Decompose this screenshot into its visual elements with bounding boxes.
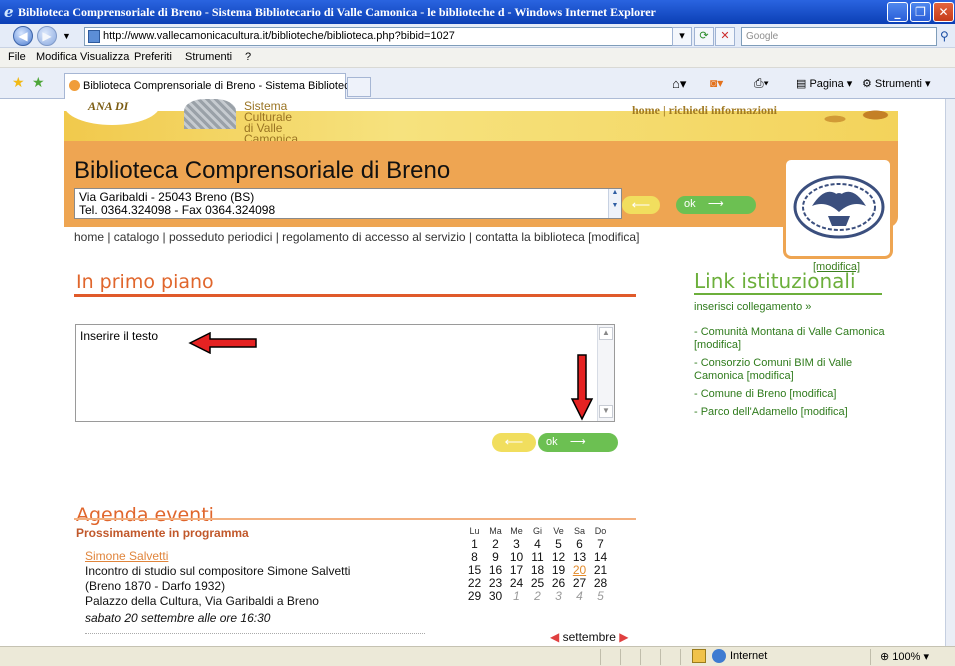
link-item[interactable]: - Comune di Breno [modifica] (694, 388, 894, 401)
prev-button-2[interactable]: ⟵ (492, 433, 536, 452)
forward-button[interactable]: ▶ (37, 26, 57, 46)
emblem-text: ANA DI (88, 99, 129, 113)
calendar-day-next-month: 1 (513, 589, 520, 603)
agenda-subheading: Prossimamente in programma (76, 526, 249, 540)
agenda-heading: Agenda eventi (76, 504, 214, 526)
back-button[interactable]: ◀ (13, 26, 33, 46)
scroll-down-icon[interactable]: ▼ (599, 405, 613, 418)
strumenti-menu[interactable]: ⚙ Strumenti ▾ (862, 77, 931, 90)
zoom-level[interactable]: ⊕ 100% ▾ (880, 650, 929, 663)
home-icon[interactable]: ⌂▾ (672, 76, 686, 92)
tab-bar: ★ ★ Biblioteca Comprensoriale di Breno -… (0, 68, 955, 99)
status-bar: Internet ⊕ 100% ▾ (0, 646, 955, 666)
event-location: Palazzo della Cultura, Via Garibaldi a B… (85, 594, 319, 608)
event-description: (Breno 1870 - Darfo 1932) (85, 579, 226, 593)
address-scrollbar[interactable]: ▲ ▼ (608, 189, 621, 218)
search-input[interactable]: Google (741, 27, 937, 46)
address-toolbar: ◀ ▶ ▼ http://www.vallecamonicacultura.it… (0, 24, 955, 48)
close-button[interactable]: ✕ (933, 2, 954, 22)
site-logo[interactable]: ANA DI Sistema Culturale di Valle Camoni… (64, 99, 314, 145)
flower-decoration (808, 99, 898, 139)
menu-strumenti[interactable]: Strumenti (185, 51, 232, 63)
window-title-bar[interactable]: e Biblioteca Comprensoriale di Breno - S… (0, 0, 955, 24)
site-favicon-icon (69, 80, 80, 91)
red-arrow-down-icon (570, 354, 594, 421)
menu-bar: File Modifica Visualizza Preferiti Strum… (0, 48, 955, 68)
add-link-link[interactable]: inserisci collegamento » (694, 301, 894, 314)
page-content: ANA DI Sistema Culturale di Valle Camoni… (0, 99, 945, 646)
menu-visualizza[interactable]: Visualizza (80, 51, 129, 63)
link-list: inserisci collegamento » - Comunità Mont… (694, 301, 894, 424)
add-favorites-icon[interactable]: ★ (32, 74, 45, 91)
window-title: Biblioteca Comprensoriale di Breno - Sis… (18, 5, 656, 19)
library-image-box (783, 157, 893, 259)
calendar-month-nav: ◀ settembre ▶ (550, 630, 629, 644)
minimize-button[interactable]: _ (887, 2, 908, 22)
url-dropdown-button[interactable]: ▾ (672, 27, 692, 46)
rss-feed-icon[interactable]: ◙▾ (710, 76, 723, 90)
library-title: Biblioteca Comprensoriale di Breno (74, 157, 451, 184)
url-field[interactable]: http://www.vallecamonicacultura.it/bibli… (84, 27, 690, 46)
favorites-star-icon[interactable]: ★ (12, 74, 25, 91)
menu-preferiti[interactable]: Preferiti (134, 51, 172, 63)
maximize-button[interactable]: ❐ (910, 2, 931, 22)
calendar-day: 30 (488, 589, 503, 603)
link-istituzionali-heading: Link istituzionali (694, 269, 856, 293)
prev-button[interactable]: ⟵ (622, 196, 660, 214)
pagina-menu[interactable]: ▤ Pagina ▾ (796, 77, 852, 90)
event-description: Incontro di studio sul compositore Simon… (85, 564, 351, 578)
event-title-link[interactable]: Simone Salvetti (85, 549, 425, 564)
system-name: Sistema Culturale di Valle Camonica (244, 99, 299, 146)
menu-file[interactable]: File (8, 51, 26, 63)
divider (85, 633, 425, 634)
next-month-icon[interactable]: ▶ (619, 630, 628, 644)
globe-zone-icon (712, 649, 726, 663)
ok-next-button[interactable]: ok ⟶ (676, 196, 756, 214)
page-scrollbar[interactable] (945, 99, 955, 646)
event-item: Simone Salvetti Incontro di studio sul c… (85, 549, 425, 626)
scroll-up-icon[interactable]: ▲ (599, 327, 613, 340)
seal-image (793, 175, 885, 239)
ok-button-2[interactable]: ok ⟶ (538, 433, 618, 452)
calendar: Lu Ma Me Gi Ve Sa Do 1 2 3 4 5 6 7 8 9 1… (464, 525, 611, 603)
menu-modifica[interactable]: Modifica (36, 51, 77, 63)
print-icon[interactable]: ⎙▾ (754, 76, 769, 91)
calendar-day-next-month: 5 (597, 589, 604, 603)
red-arrow-left-icon (188, 332, 257, 354)
globe-icon (184, 99, 236, 129)
menu-help[interactable]: ? (245, 51, 251, 63)
calendar-month: settembre (562, 630, 616, 644)
library-nav[interactable]: home | catalogo | posseduto periodici | … (74, 230, 639, 244)
url-text: http://www.vallecamonicacultura.it/bibli… (103, 30, 455, 42)
tab-active[interactable]: Biblioteca Comprensoriale di Breno - Sis… (64, 73, 365, 99)
calendar-day-next-month: 4 (576, 589, 583, 603)
zone-label: Internet (730, 650, 768, 662)
new-tab-button[interactable] (347, 77, 371, 97)
library-address-box[interactable]: Via Garibaldi - 25043 Breno (BS) Tel. 03… (74, 188, 622, 219)
event-date: sabato 20 settembre alle ore 16:30 (85, 611, 271, 625)
link-item[interactable]: - Consorzio Comuni BIM di Valle Camonica… (694, 357, 894, 383)
page-icon (88, 30, 100, 43)
divider (694, 293, 882, 295)
textarea-scrollbar[interactable]: ▲ ▼ (597, 325, 614, 421)
security-icon (692, 649, 706, 663)
primo-piano-textarea[interactable]: Inserire il testo (75, 324, 615, 422)
stop-icon[interactable]: ✕ (715, 27, 735, 46)
link-item[interactable]: - Parco dell'Adamello [modifica] (694, 406, 894, 419)
prev-month-icon[interactable]: ◀ (550, 630, 559, 644)
search-icon[interactable]: ⚲ (940, 29, 949, 43)
calendar-day-next-month: 2 (534, 589, 541, 603)
divider (74, 518, 636, 520)
primo-piano-heading: In primo piano (76, 271, 214, 293)
divider (74, 294, 636, 297)
refresh-icon[interactable]: ⟳ (694, 27, 714, 46)
calendar-day-next-month: 3 (555, 589, 562, 603)
link-item[interactable]: - Comunità Montana di Valle Camonica [mo… (694, 326, 894, 352)
calendar-day: 29 (467, 589, 482, 603)
history-dropdown-icon[interactable]: ▼ (62, 31, 71, 41)
tab-label: Biblioteca Comprensoriale di Breno - Sis… (83, 80, 365, 92)
top-links[interactable]: home | richiedi informazioni (632, 103, 777, 118)
